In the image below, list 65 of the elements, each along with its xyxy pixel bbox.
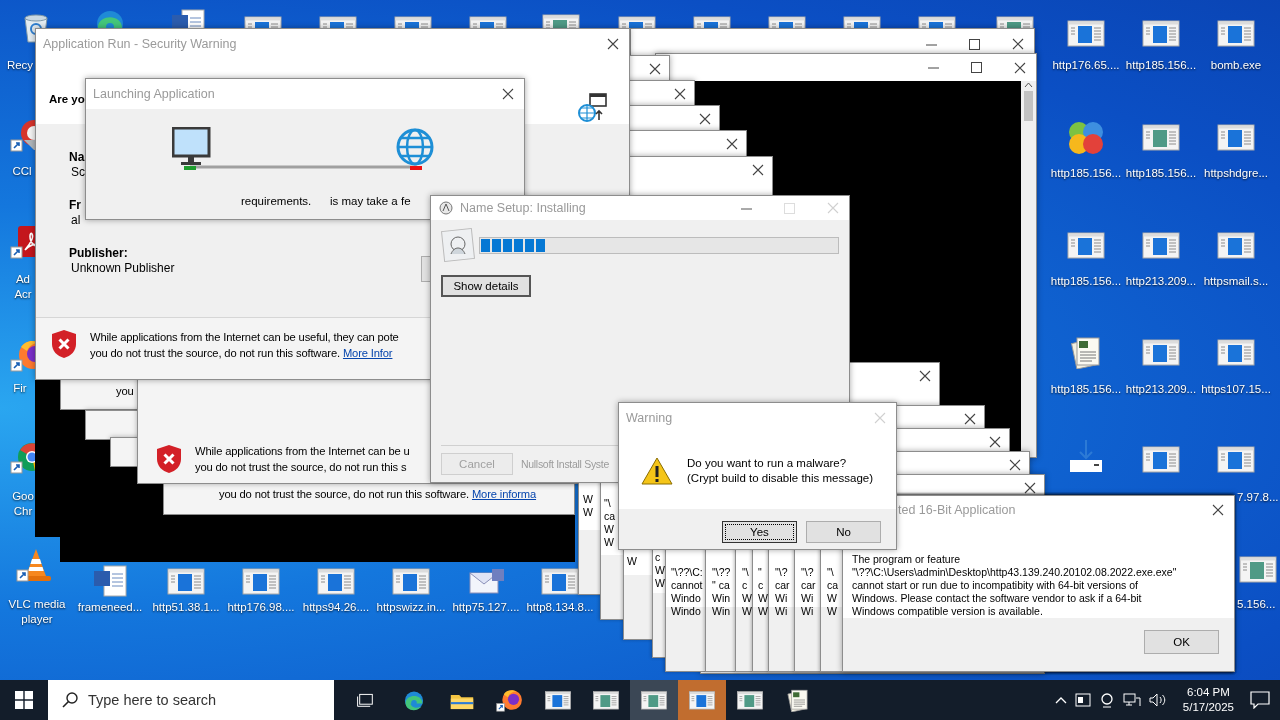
icon-label[interactable]: http176.65.... [1049, 58, 1123, 73]
icon-label[interactable]: http185.156... [1049, 166, 1123, 181]
icon-label[interactable]: httpshdgre... [1199, 166, 1273, 181]
error-message: W W [583, 493, 593, 519]
icon-label[interactable]: httpsmail.s... [1199, 274, 1273, 289]
field-label: Na [69, 150, 85, 165]
icon-label[interactable]: http185.156... [1049, 382, 1123, 397]
warning-message: you [116, 384, 134, 399]
warning-heading: Are yo [49, 92, 85, 107]
error-message: "\ ca W W [827, 566, 839, 618]
brand-text: Nullsoft Install Syste [521, 458, 609, 470]
icon-label[interactable]: 5.156... [1237, 597, 1279, 612]
error-message: "\ c W W [742, 566, 752, 618]
field-value: Unknown Publisher [70, 261, 175, 276]
icon-label[interactable]: http185.156... [1049, 274, 1123, 289]
icon-label[interactable]: Goo Chr [8, 489, 38, 519]
status-text: requirements. [241, 195, 312, 207]
more-information-link[interactable]: More informa [471, 488, 537, 500]
field-label: Fr [69, 198, 81, 213]
error-message: "\?? " ca Win Win [712, 566, 731, 618]
icon-label[interactable]: http176.98.... [224, 600, 298, 615]
warning-message: While applications from the Internet can be useful, they can pote you do not trust the source, do not run this software. More Infor [90, 330, 399, 361]
icon-label[interactable]: VLC media player [0, 597, 74, 627]
error-message: W [627, 555, 637, 568]
warning-message: Do you want to run a malware? (Crypt build to disable this message) [687, 456, 873, 486]
warning-message: you do not trust the source, do not run this software. More informa [219, 487, 537, 502]
icon-label[interactable]: http185.156... [1124, 166, 1198, 181]
error-message: "\? car Wi Wi [775, 566, 790, 618]
window-title: Warning [626, 411, 674, 425]
icon-label[interactable]: http213.209... [1124, 274, 1198, 289]
error-message: c W W [655, 551, 665, 590]
icon-label[interactable]: frameneed... [73, 600, 147, 615]
search-field[interactable]: Type here to search [48, 680, 334, 720]
icon-label[interactable]: http213.209... [1124, 382, 1198, 397]
icon-label[interactable]: http51.38.1... [149, 600, 223, 615]
error-message: " c W W [758, 566, 768, 618]
more-information-link[interactable]: More Infor [342, 347, 393, 359]
status-text: is may take a fe [330, 195, 411, 207]
ok-button[interactable]: OK [1144, 630, 1219, 654]
clock-date[interactable]: 5/17/2025 [1182, 700, 1234, 715]
error-message: "\ ca W W [604, 497, 616, 549]
window-title: ted 16-Bit Application [897, 503, 1017, 517]
window-title: Name Setup: Installing [460, 201, 587, 215]
field-value: al [70, 213, 81, 228]
icon-label[interactable]: http185.156... [1124, 58, 1198, 73]
field-value: Sc [70, 165, 85, 180]
error-message: "\? car Wi Wi [801, 566, 816, 618]
error-message: "\??\C: cannot Windo Windo [671, 566, 703, 618]
warning-message: While applications from the Internet can be u you do not trust the source, do not run this s [195, 444, 410, 475]
icon-label[interactable]: https107.15... [1199, 382, 1273, 397]
icon-label[interactable]: bomb.exe [1199, 58, 1273, 73]
yes-button[interactable]: Yes [722, 521, 797, 543]
field-label: Publisher: [69, 246, 128, 261]
window-title: Launching Application [93, 87, 216, 101]
icon-label[interactable]: Ad Acr [8, 272, 38, 302]
icon-label[interactable]: https94.26.... [299, 600, 373, 615]
no-button[interactable]: No [806, 521, 881, 543]
icon-label[interactable]: http75.127.... [449, 600, 523, 615]
window-title: Application Run - Security Warning [43, 37, 238, 51]
icon-label[interactable]: http8.134.8... [523, 600, 597, 615]
icon-label[interactable]: 7.97.8... [1237, 490, 1279, 505]
clock-time[interactable]: 6:04 PM [1182, 685, 1234, 700]
show-details-button[interactable]: Show details [441, 275, 531, 297]
error-message: The program or feature "\??\C:\Users\admin\Desktop\http43.139.240.20102.08.2022.exe.exe" cannot start or run due to incompatibity with 64-bit versions of Windows. Please contact the software vendor to ask if a 64-bit Windows compatible version is available. [852, 553, 1178, 618]
icon-label[interactable]: httpswizz.in... [374, 600, 448, 615]
